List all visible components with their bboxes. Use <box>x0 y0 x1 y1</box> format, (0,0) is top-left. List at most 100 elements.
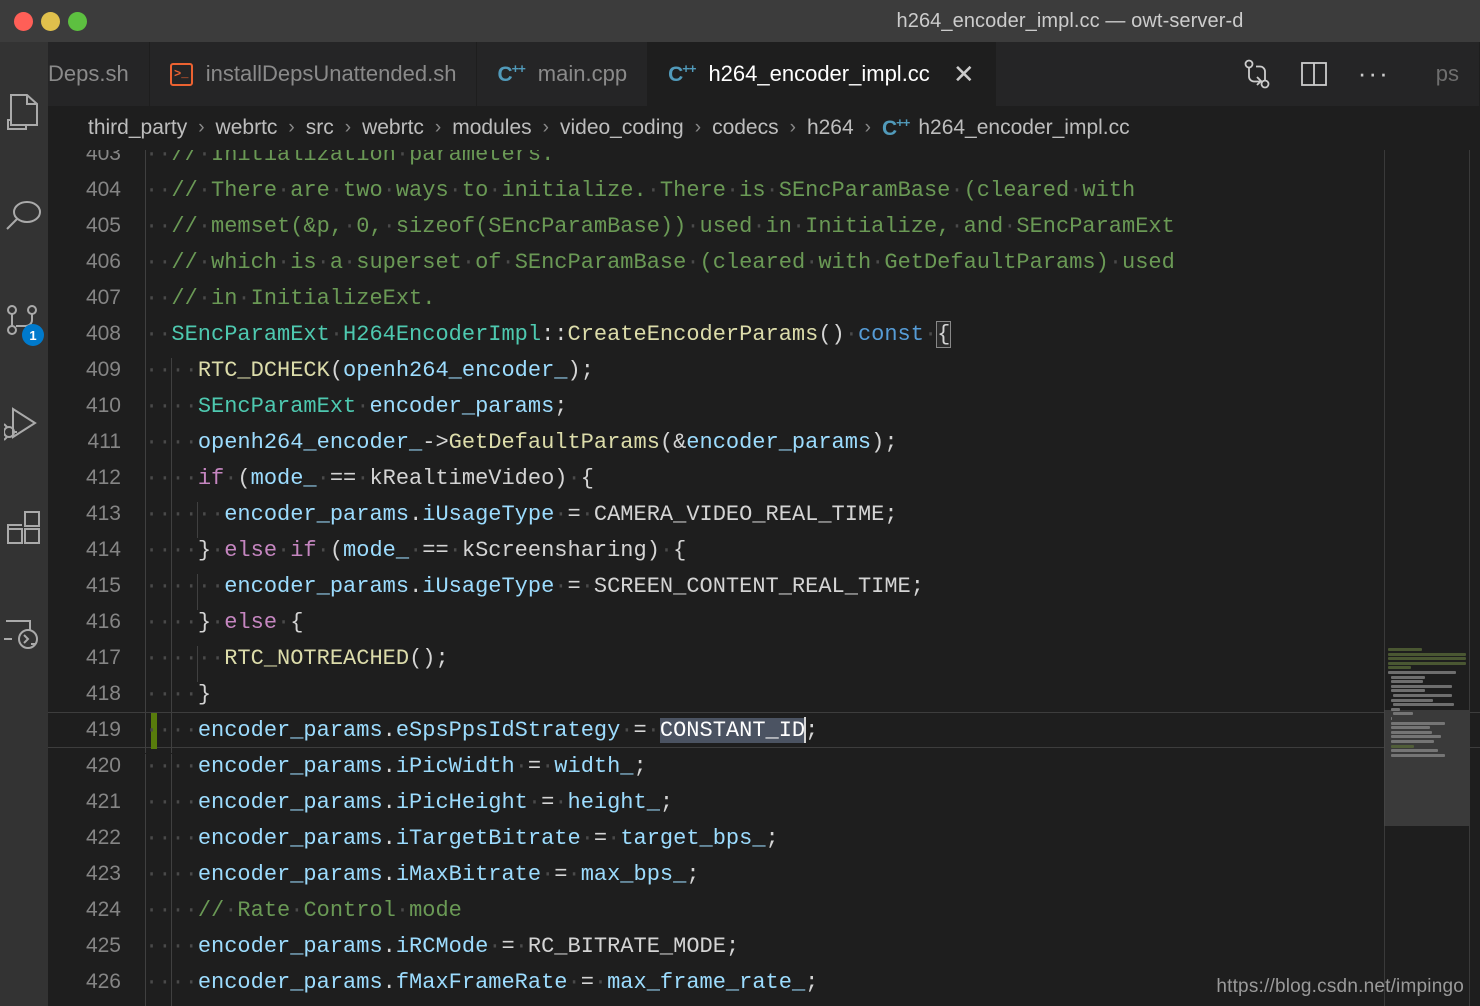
breadcrumb-separator: › <box>542 117 549 138</box>
line-number: 406 <box>85 250 121 273</box>
sidebar-item-run-debug[interactable] <box>0 372 48 476</box>
minimize-window-button[interactable] <box>41 11 60 31</box>
minimap-line-mark <box>1390 684 1452 688</box>
code-text: ··//·Initialization·parameters. <box>145 150 1480 178</box>
sidebar-item-remote-explorer[interactable] <box>0 580 48 684</box>
code-line[interactable]: 403 ··//·Initialization·parameters. <box>48 150 1480 178</box>
code-text: ··//·in·InitializeExt. <box>145 285 1480 322</box>
code-editor[interactable]: 403 ··//·Initialization·parameters. 404 ··/… <box>48 150 1480 1006</box>
breadcrumb-item-file[interactable]: h264_encoder_impl.cc <box>918 116 1129 140</box>
shell-icon: >_ <box>169 62 193 86</box>
code-text: ······encoder_params.iUsageType·=·CAMERA… <box>145 501 1480 538</box>
code-line[interactable]: 416 ····}·else·{ <box>48 604 1480 646</box>
tab-installdepsunattended-sh[interactable]: >_ installDepsUnattended.sh <box>150 42 478 106</box>
tab-installdeps-sh[interactable]: Deps.sh <box>48 42 150 106</box>
code-line[interactable]: 418 ····} <box>48 676 1480 718</box>
code-line[interactable]: 412 ····if·(mode_·==·kRealtimeVideo)·{ <box>48 460 1480 502</box>
sidebar-item-source-control[interactable]: 1 <box>0 268 48 372</box>
more-actions-icon[interactable]: ··· <box>1358 61 1390 86</box>
minimap-line-mark <box>1388 648 1422 651</box>
code-line[interactable]: 411 ····openh264_encoder_->GetDefaultPara… <box>48 424 1480 466</box>
indent-guide <box>145 969 146 1006</box>
code-line[interactable]: 405 ··//·memset(&p,·0,·sizeof(SEncParamBa… <box>48 208 1480 250</box>
code-text: ····encoder_params.eSpsPpsIdStrategy·=·C… <box>145 717 1480 753</box>
remote-terminal-icon <box>4 613 44 651</box>
line-number: 413 <box>85 502 121 525</box>
line-number: 408 <box>85 322 121 345</box>
minimap-line-mark <box>1390 735 1442 739</box>
breadcrumb-separator: › <box>198 117 205 138</box>
code-text: ··//·memset(&p,·0,·sizeof(SEncParamBase)… <box>145 213 1480 250</box>
tab-h264-encoder-impl-cc[interactable]: C++ h264_encoder_impl.cc ✕ <box>648 42 996 106</box>
sidebar-item-explorer[interactable] <box>0 60 48 164</box>
editor-tab-bar: Deps.sh >_ installDepsUnattended.sh C++ … <box>48 42 1480 106</box>
breadcrumb-item-h264[interactable]: h264 <box>807 116 854 140</box>
line-number: 426 <box>85 970 121 993</box>
minimap-line-mark <box>1388 657 1467 661</box>
minimap-line-mark <box>1390 717 1392 720</box>
breadcrumb-item-third-party[interactable]: third_party <box>88 116 187 140</box>
code-line[interactable]: 420 ····encoder_params.iPicWidth·=·width_… <box>48 748 1480 790</box>
split-editor-icon[interactable] <box>1300 60 1328 88</box>
code-text: ····encoder_params.iTargetBitrate·=·targ… <box>145 825 1480 862</box>
line-number: 403 <box>85 150 121 165</box>
code-line[interactable]: 409 ····RTC_DCHECK(openh264_encoder_); <box>48 352 1480 394</box>
watermark-text: https://blog.csdn.net/impingo <box>1216 976 1464 997</box>
window-titlebar: h264_encoder_impl.cc — owt-server-d <box>0 0 1480 42</box>
code-line[interactable]: 423 ····encoder_params.iMaxBitrate·=·max_… <box>48 856 1480 898</box>
code-line[interactable]: 417 ······RTC_NOTREACHED(); <box>48 640 1480 682</box>
breadcrumb-item-codecs[interactable]: codecs <box>712 116 779 140</box>
code-line[interactable]: 424 ····//·Rate·Control·mode <box>48 892 1480 934</box>
breadcrumb-item-webrtc[interactable]: webrtc <box>216 116 278 140</box>
breadcrumb-item-modules[interactable]: modules <box>452 116 531 140</box>
code-text: ··//·There·are·two·ways·to·initialize.·T… <box>145 177 1480 214</box>
line-number: 420 <box>85 754 121 777</box>
minimap-line-mark <box>1390 698 1434 702</box>
minimap[interactable] <box>1384 150 1470 1006</box>
breadcrumb-separator: › <box>288 117 295 138</box>
code-line[interactable]: 425 ····encoder_params.iRCMode·=·RC_BITRA… <box>48 928 1480 970</box>
breadcrumb-item-video-coding[interactable]: video_coding <box>560 116 684 140</box>
code-line[interactable]: 413 ······encoder_params.iUsageType·=·CAM… <box>48 496 1480 538</box>
maximize-window-button[interactable] <box>68 11 87 31</box>
code-line[interactable]: 407 ··//·in·InitializeExt. <box>48 280 1480 322</box>
cpp-icon: C++ <box>497 61 525 86</box>
code-line[interactable]: 404 ··//·There·are·two·ways·to·initialize… <box>48 172 1480 214</box>
code-line[interactable]: 410 ····SEncParamExt·encoder_params; <box>48 388 1480 430</box>
breadcrumb-item-src[interactable]: src <box>306 116 334 140</box>
line-number: 419 <box>85 718 121 741</box>
sidebar-item-extensions[interactable] <box>0 476 48 580</box>
code-text: ··//·which·is·a·superset·of·SEncParamBas… <box>145 249 1480 286</box>
compare-changes-icon[interactable] <box>1244 59 1270 89</box>
code-line[interactable]: 414 ····}·else·if·(mode_·==·kScreensharin… <box>48 532 1480 574</box>
line-number: 409 <box>85 358 121 381</box>
editor-toolbar: ··· <box>1218 42 1416 106</box>
run-debug-icon <box>4 405 44 443</box>
close-tab-icon[interactable]: ✕ <box>953 61 975 87</box>
minimap-line-mark <box>1390 680 1423 684</box>
line-number: 415 <box>85 574 121 597</box>
minimap-left-edge <box>1384 150 1385 1006</box>
code-line[interactable]: 421 ····encoder_params.iPicHeight·=·heigh… <box>48 784 1480 826</box>
code-text: ····}·else·if·(mode_·==·kScreensharing)·… <box>145 537 1480 574</box>
code-text: ····openh264_encoder_->GetDefaultParams(… <box>145 429 1480 466</box>
source-control-badge: 1 <box>22 324 44 346</box>
minimap-line-mark <box>1393 694 1452 697</box>
code-text: ····encoder_params.iPicWidth·=·width_; <box>145 753 1480 790</box>
code-line[interactable]: 419 ····encoder_params.eSpsPpsIdStrategy·… <box>48 712 1480 753</box>
minimap-line-mark <box>1390 740 1435 743</box>
tab-main-cpp[interactable]: C++ main.cpp <box>477 42 649 106</box>
code-line[interactable]: 415 ······encoder_params.iUsageType·=·SCR… <box>48 568 1480 610</box>
traffic-lights <box>0 11 87 31</box>
line-number: 404 <box>85 178 121 201</box>
code-line[interactable]: 408 ··SEncParamExt·H264EncoderImpl::Creat… <box>48 316 1480 358</box>
code-line[interactable]: 422 ····encoder_params.iTargetBitrate·=·t… <box>48 820 1480 862</box>
line-number: 417 <box>85 646 121 669</box>
code-line[interactable]: 406 ··//·which·is·a·superset·of·SEncParam… <box>48 244 1480 286</box>
breadcrumb-item-webrtc-2[interactable]: webrtc <box>362 116 424 140</box>
line-number: 422 <box>85 826 121 849</box>
tab-overflow-partial[interactable]: ps <box>1416 42 1480 106</box>
selected-text: CONSTANT_ID <box>659 717 806 743</box>
sidebar-item-search[interactable] <box>0 164 48 268</box>
close-window-button[interactable] <box>14 11 33 31</box>
